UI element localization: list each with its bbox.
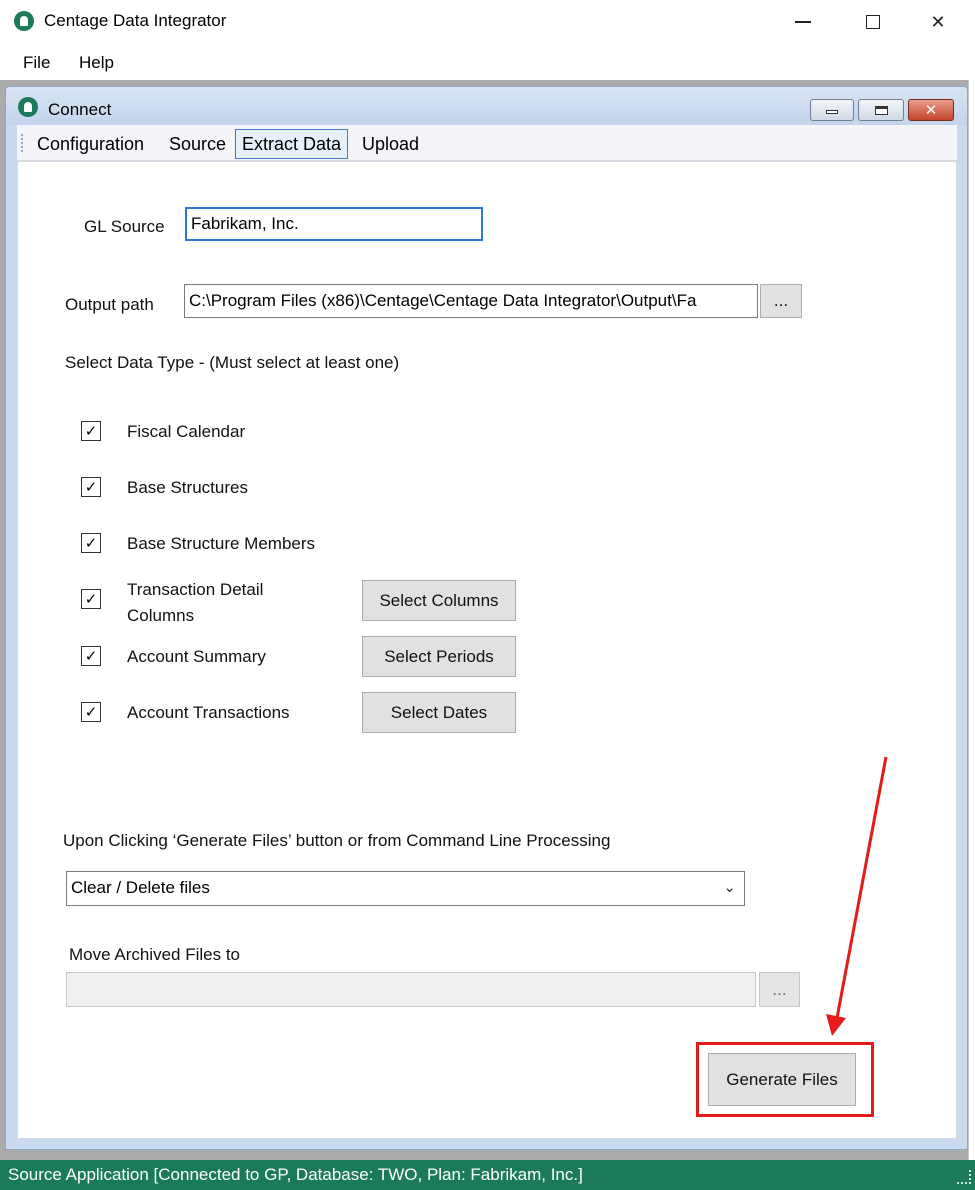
close-icon: ✕ <box>930 11 946 32</box>
account-transactions-label: Account Transactions <box>127 703 290 722</box>
maximize-icon <box>866 15 880 29</box>
base-structure-members-checkbox[interactable]: ✓ <box>81 533 101 553</box>
check-icon: ✓ <box>84 703 98 721</box>
check-icon: ✓ <box>84 422 98 440</box>
close-icon: ✕ <box>924 102 938 119</box>
output-path-field[interactable]: C:\Program Files (x86)\Centage\Centage D… <box>184 284 758 318</box>
annotation-highlight-box <box>696 1042 874 1117</box>
archive-label: Move Archived Files to <box>69 945 241 964</box>
tab-upload[interactable]: Upload <box>355 129 426 159</box>
child-minimize-button[interactable] <box>810 99 854 121</box>
archive-path-field[interactable] <box>66 972 756 1007</box>
title-bar: Centage Data Integrator ✕ <box>0 0 975 44</box>
tab-extract-data[interactable]: Extract Data <box>235 129 349 159</box>
tab-source[interactable]: Source <box>162 129 233 159</box>
child-close-button[interactable]: ✕ <box>908 99 954 121</box>
select-columns-button[interactable]: Select Columns <box>362 580 516 621</box>
select-dates-button[interactable]: Select Dates <box>362 692 516 733</box>
connect-title: Connect <box>48 100 112 119</box>
menu-help[interactable]: Help <box>79 53 114 73</box>
maximize-button[interactable] <box>850 4 896 40</box>
fiscal-calendar-label: Fiscal Calendar <box>127 422 246 441</box>
output-path-browse-button[interactable]: ... <box>760 284 802 318</box>
app-logo-icon <box>14 11 34 31</box>
gl-source-field[interactable]: Fabrikam, Inc. <box>185 207 483 241</box>
app-title: Centage Data Integrator <box>44 11 227 30</box>
processing-option-dropdown[interactable]: Clear / Delete files ⌄ <box>66 871 745 906</box>
chevron-down-icon: ⌄ <box>723 879 736 896</box>
select-periods-button[interactable]: Select Periods <box>362 636 516 677</box>
check-icon: ✓ <box>84 534 98 552</box>
connect-title-bar: Connect ✕ <box>6 87 967 125</box>
account-summary-label: Account Summary <box>127 647 266 666</box>
output-path-label: Output path <box>65 295 154 314</box>
status-bar: Source Application [Connected to GP, Dat… <box>0 1160 975 1190</box>
close-button[interactable]: ✕ <box>915 4 961 40</box>
base-structure-members-label: Base Structure Members <box>127 534 316 553</box>
archive-browse-button[interactable]: ... <box>759 972 800 1007</box>
child-restore-button[interactable] <box>858 99 904 121</box>
processing-option-label: Upon Clicking ‘Generate Files’ button or… <box>63 831 611 850</box>
menu-file[interactable]: File <box>23 53 50 73</box>
restore-icon <box>874 105 888 115</box>
connect-logo-icon <box>18 97 38 117</box>
minimize-button[interactable] <box>780 4 826 40</box>
check-icon: ✓ <box>84 647 98 665</box>
status-text: Source Application [Connected to GP, Dat… <box>8 1165 583 1184</box>
account-transactions-checkbox[interactable]: ✓ <box>81 702 101 722</box>
tab-configuration[interactable]: Configuration <box>30 129 151 159</box>
processing-option-value: Clear / Delete files <box>71 878 210 897</box>
minimize-icon <box>795 21 811 23</box>
data-type-heading: Select Data Type - (Must select at least… <box>65 353 400 372</box>
toolstrip-grip-icon[interactable] <box>21 134 23 152</box>
base-structures-checkbox[interactable]: ✓ <box>81 477 101 497</box>
menu-bar: File Help <box>0 44 975 80</box>
check-icon: ✓ <box>84 590 98 608</box>
window-edge <box>968 80 975 1160</box>
check-icon: ✓ <box>84 478 98 496</box>
fiscal-calendar-checkbox[interactable]: ✓ <box>81 421 101 441</box>
resize-grip-icon[interactable] <box>957 1170 971 1184</box>
base-structures-label: Base Structures <box>127 478 248 497</box>
account-summary-checkbox[interactable]: ✓ <box>81 646 101 666</box>
tab-strip: Configuration Source Extract Data Upload <box>17 125 957 161</box>
transaction-detail-columns-checkbox[interactable]: ✓ <box>81 589 101 609</box>
gl-source-label: GL Source <box>84 217 165 236</box>
transaction-detail-columns-label: Transaction Detail Columns <box>127 580 264 625</box>
minimize-icon <box>826 110 838 114</box>
